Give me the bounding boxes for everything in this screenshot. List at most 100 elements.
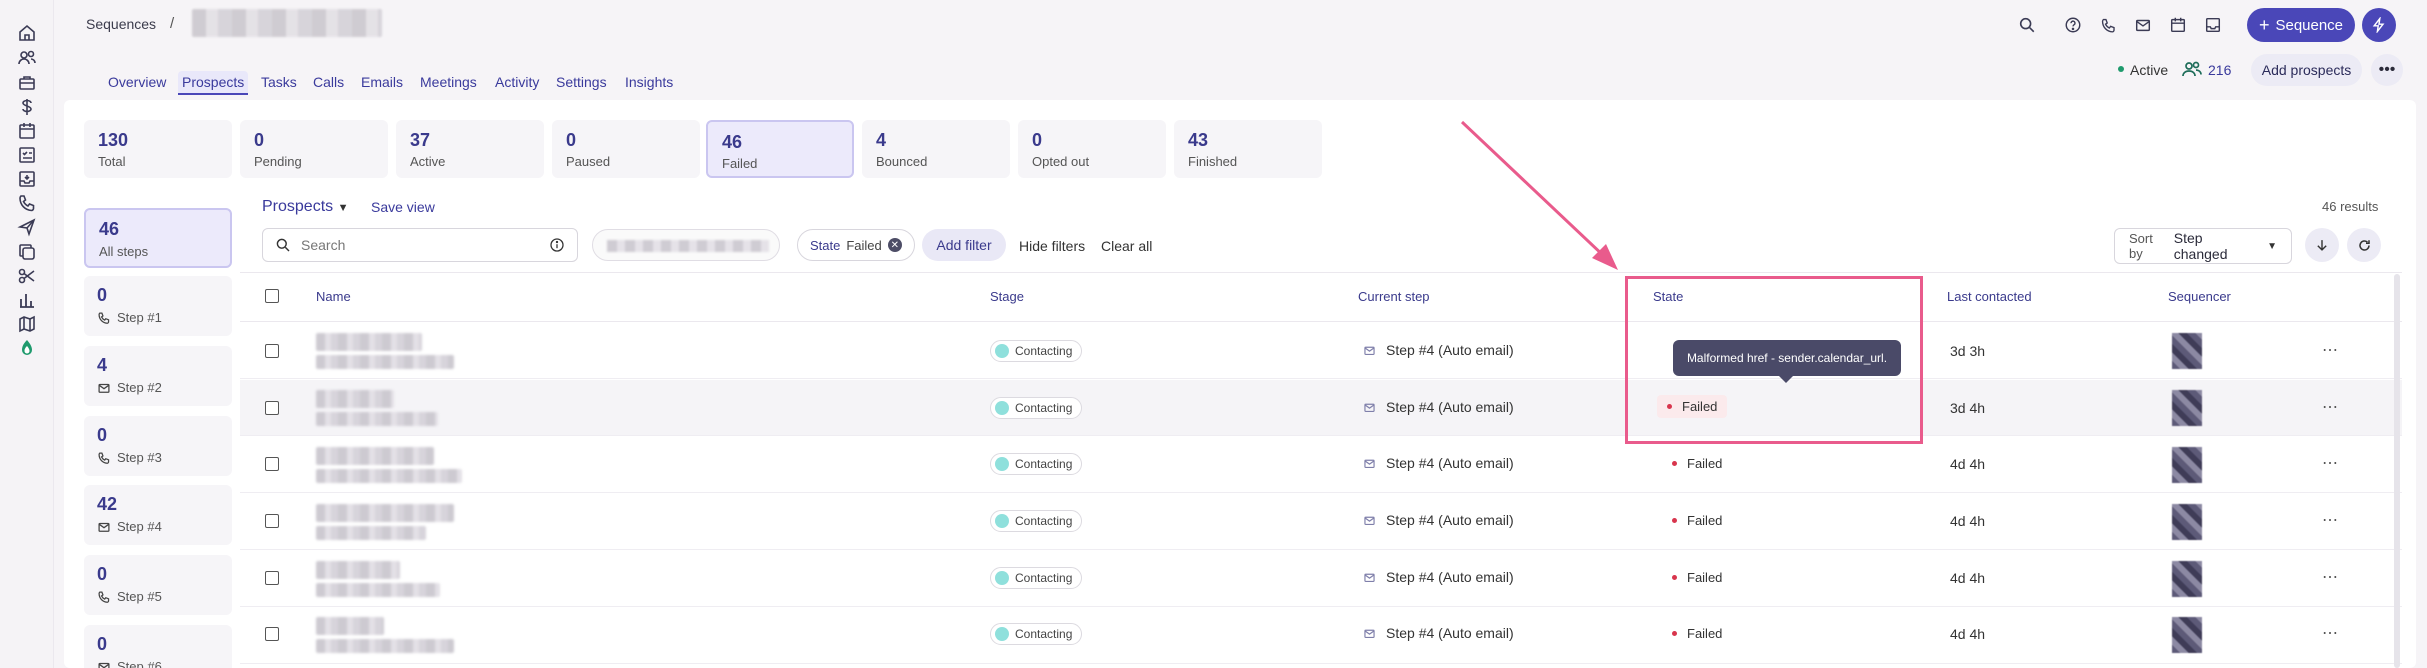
avatar[interactable]: [2172, 617, 2202, 653]
avatar[interactable]: [2172, 390, 2202, 426]
prospects-view-dropdown[interactable]: Prospects ▼: [262, 198, 348, 216]
current-step[interactable]: Step #4 (Auto email): [1363, 569, 1514, 585]
hide-filters-link[interactable]: Hide filters: [1019, 238, 1085, 254]
stat-opted-out[interactable]: 0 Opted out: [1018, 120, 1166, 178]
col-name[interactable]: Name: [316, 289, 351, 304]
stat-failed[interactable]: 46 Failed: [706, 120, 854, 178]
logo-icon[interactable]: [15, 336, 39, 360]
phone-icon[interactable]: [15, 191, 39, 215]
step-4[interactable]: 42 Step #4: [84, 485, 232, 545]
scissors-icon[interactable]: [15, 264, 39, 288]
phone-icon[interactable]: [2096, 13, 2120, 37]
prospect-name-redacted[interactable]: [316, 333, 422, 351]
prospect-name-redacted[interactable]: [316, 447, 434, 465]
step-3[interactable]: 0 Step #3: [84, 416, 232, 476]
briefcase-icon[interactable]: [15, 71, 39, 95]
avatar[interactable]: [2172, 333, 2202, 369]
map-icon[interactable]: [15, 312, 39, 336]
clear-all-link[interactable]: Clear all: [1101, 238, 1152, 254]
col-current-step[interactable]: Current step: [1358, 289, 1430, 304]
state-badge[interactable]: Failed: [1672, 570, 1722, 585]
current-step[interactable]: Step #4 (Auto email): [1363, 625, 1514, 641]
row-more-icon[interactable]: ⋯: [2322, 567, 2339, 587]
home-icon[interactable]: [15, 21, 39, 45]
row-more-icon[interactable]: ⋯: [2322, 453, 2339, 473]
stat-pending[interactable]: 0 Pending: [240, 120, 388, 178]
info-icon[interactable]: [549, 237, 565, 253]
table-row[interactable]: [240, 608, 2402, 664]
table-row[interactable]: [240, 380, 2402, 436]
row-more-icon[interactable]: ⋯: [2322, 623, 2339, 643]
breadcrumb-root[interactable]: Sequences: [86, 16, 156, 32]
col-sequencer[interactable]: Sequencer: [2168, 289, 2231, 304]
prospect-name-redacted[interactable]: [316, 617, 384, 635]
step-all[interactable]: 46 All steps: [84, 208, 232, 268]
table-row[interactable]: [240, 551, 2402, 607]
search-icon[interactable]: [2015, 13, 2039, 37]
new-sequence-button[interactable]: + Sequence: [2247, 8, 2355, 42]
dollar-icon[interactable]: [15, 95, 39, 119]
avatar[interactable]: [2172, 447, 2202, 483]
state-badge[interactable]: Failed: [1672, 626, 1722, 641]
tab-insights[interactable]: Insights: [621, 71, 677, 95]
col-stage[interactable]: Stage: [990, 289, 1024, 304]
row-checkbox[interactable]: [265, 627, 279, 641]
help-icon[interactable]: [2061, 13, 2085, 37]
table-scrollbar[interactable]: [2394, 274, 2400, 668]
tab-emails[interactable]: Emails: [357, 71, 407, 95]
row-more-icon[interactable]: ⋯: [2322, 510, 2339, 530]
tab-activity[interactable]: Activity: [491, 71, 543, 95]
step-5[interactable]: 0 Step #5: [84, 555, 232, 615]
chart-icon[interactable]: [15, 288, 39, 312]
step-1[interactable]: 0 Step #1: [84, 276, 232, 336]
state-filter-chip[interactable]: State Failed ✕: [797, 229, 915, 261]
filter-chip-redacted[interactable]: [592, 229, 780, 261]
search-box[interactable]: [262, 228, 578, 262]
refresh-button[interactable]: [2347, 228, 2381, 262]
send-icon[interactable]: [15, 215, 39, 239]
add-filter-button[interactable]: Add filter: [922, 229, 1006, 261]
avatar[interactable]: [2172, 561, 2202, 597]
current-step[interactable]: Step #4 (Auto email): [1363, 512, 1514, 528]
current-step[interactable]: Step #4 (Auto email): [1363, 455, 1514, 471]
inbox-icon[interactable]: [15, 167, 39, 191]
people-icon[interactable]: [15, 46, 39, 70]
calendar-icon[interactable]: [2166, 13, 2190, 37]
tab-settings[interactable]: Settings: [552, 71, 611, 95]
more-options-button[interactable]: •••: [2371, 54, 2403, 86]
row-more-icon[interactable]: ⋯: [2322, 340, 2339, 360]
mail-icon[interactable]: [2131, 13, 2155, 37]
inbox-icon[interactable]: [2201, 13, 2225, 37]
row-checkbox[interactable]: [265, 571, 279, 585]
remove-filter-icon[interactable]: ✕: [887, 238, 902, 252]
select-all-checkbox[interactable]: [265, 289, 279, 303]
add-prospects-button[interactable]: Add prospects: [2251, 54, 2362, 86]
avatar[interactable]: [2172, 504, 2202, 540]
search-input[interactable]: [301, 237, 539, 253]
step-2[interactable]: 4 Step #2: [84, 346, 232, 406]
checklist-icon[interactable]: [15, 143, 39, 167]
step-6[interactable]: 0 Step #6: [84, 625, 232, 668]
current-step[interactable]: Step #4 (Auto email): [1363, 399, 1514, 415]
bolt-button[interactable]: [2362, 8, 2396, 42]
stat-finished[interactable]: 43 Finished: [1174, 120, 1322, 178]
state-badge[interactable]: Failed: [1672, 456, 1722, 471]
row-checkbox[interactable]: [265, 514, 279, 528]
save-view-link[interactable]: Save view: [371, 199, 435, 215]
tab-meetings[interactable]: Meetings: [416, 71, 481, 95]
tab-prospects[interactable]: Prospects: [178, 71, 249, 95]
row-checkbox[interactable]: [265, 401, 279, 415]
tab-calls[interactable]: Calls: [309, 71, 348, 95]
table-row[interactable]: [240, 494, 2402, 550]
stat-total[interactable]: 130 Total: [84, 120, 232, 178]
prospect-name-redacted[interactable]: [316, 390, 394, 408]
table-row[interactable]: [240, 323, 2402, 379]
tab-tasks[interactable]: Tasks: [257, 71, 301, 95]
prospect-count[interactable]: 216: [2208, 62, 2231, 78]
row-checkbox[interactable]: [265, 344, 279, 358]
tab-overview[interactable]: Overview: [104, 71, 170, 95]
state-badge[interactable]: Failed: [1672, 513, 1722, 528]
copy-icon[interactable]: [15, 240, 39, 264]
row-checkbox[interactable]: [265, 457, 279, 471]
stat-active[interactable]: 37 Active: [396, 120, 544, 178]
